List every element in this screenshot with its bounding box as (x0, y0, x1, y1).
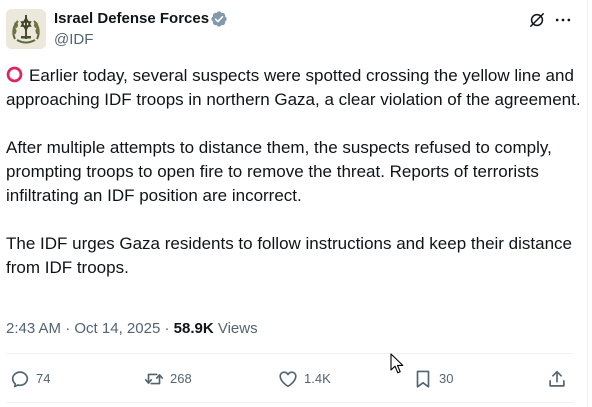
views-label: Views (217, 320, 258, 337)
views-count: 58.9K (173, 320, 214, 337)
tweet-paragraph-1: Earlier today, several suspects were spo… (6, 64, 581, 112)
bottom-divider (6, 402, 574, 403)
profile-avatar[interactable] (6, 9, 46, 49)
divider (6, 353, 574, 354)
tweet-date[interactable]: Oct 14, 2025 (74, 320, 160, 337)
repost-button[interactable]: 268 (143, 367, 192, 391)
meta-separator: · (164, 320, 170, 337)
reply-icon (11, 371, 29, 388)
account-handle[interactable]: @IDF (54, 30, 93, 49)
repost-count: 268 (170, 371, 192, 386)
display-name[interactable]: Israel Defense Forces (54, 9, 209, 28)
tweet-text: Earlier today, several suspects were spo… (6, 64, 581, 304)
more-options-icon[interactable] (553, 10, 573, 30)
meta-separator: · (65, 320, 71, 337)
red-circle-icon (6, 66, 23, 83)
like-count: 1.4K (304, 371, 331, 386)
tweet-paragraph-3: The IDF urges Gaza residents to follow i… (6, 234, 573, 277)
like-button[interactable]: 1.4K (277, 367, 331, 391)
verified-badge-icon (211, 11, 227, 27)
bookmark-icon (416, 370, 430, 388)
tweet-time[interactable]: 2:43 AM (6, 320, 61, 337)
tweet-meta: 2:43 AM · Oct 14, 2025 · 58.9K Views (6, 319, 258, 338)
idf-emblem-avatar (6, 9, 46, 49)
bookmark-count: 30 (439, 371, 454, 386)
heart-icon (279, 371, 297, 388)
grok-icon[interactable] (527, 10, 547, 30)
mouse-cursor-icon (390, 353, 404, 374)
reply-count: 74 (36, 371, 51, 386)
reply-button[interactable]: 74 (9, 367, 50, 391)
repost-icon (144, 373, 164, 385)
tweet-paragraph-2: After multiple attempts to distance them… (6, 138, 552, 205)
tweet-paragraph-1-text: Earlier today, several suspects were spo… (6, 66, 581, 109)
share-button[interactable] (546, 367, 568, 391)
column-border (587, 0, 588, 407)
bookmark-button[interactable]: 30 (412, 367, 453, 391)
share-icon (549, 370, 565, 387)
